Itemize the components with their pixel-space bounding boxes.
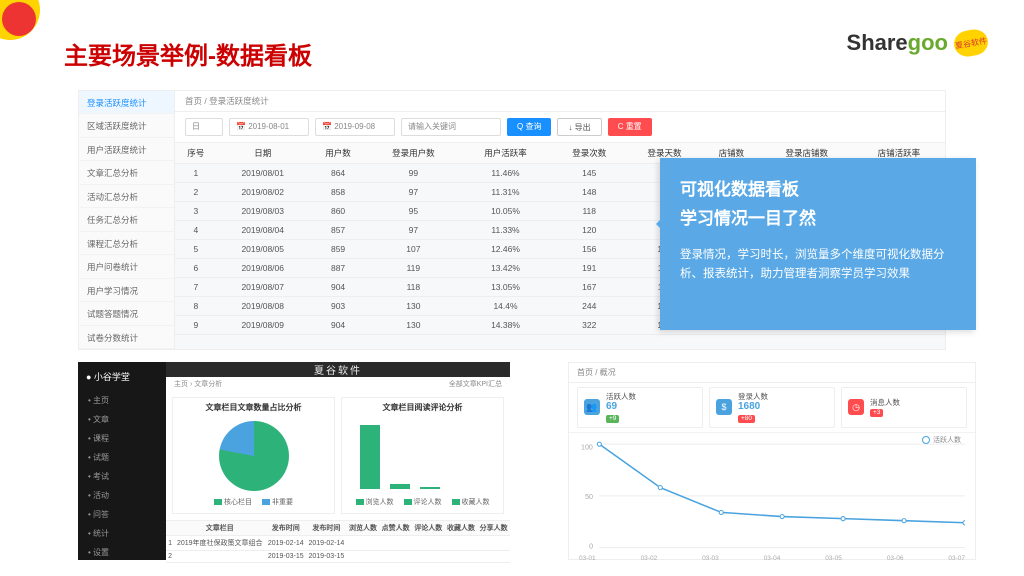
dark-subtitle: 全部文章KPI汇总 (449, 379, 502, 389)
dark-sidebar-item[interactable]: • 文章 (78, 410, 166, 429)
brand-egg-icon: 夏谷软件 (952, 27, 990, 59)
dark-sidebar-item[interactable]: • 问答 (78, 505, 166, 524)
light-breadcrumb: 首页 / 概况 (569, 363, 975, 383)
legend-item: 非重要 (262, 497, 293, 507)
stat-icon: 👥 (584, 399, 600, 415)
bar-chart-box: 文章栏目阅读评论分析 浏览人数评论人数收藏人数 (341, 397, 504, 514)
stat-row: 👥活跃人数69+9$登录人数1680+80◷消息人数+3 (569, 383, 975, 433)
date-from-input[interactable]: 📅 2019-08-01 (229, 118, 309, 136)
dark-header-title: 夏谷软件 (166, 362, 510, 377)
sidebar-item[interactable]: 用户学习情况 (79, 279, 174, 302)
sidebar-nav: 登录活跃度统计区域活跃度统计用户活跃度统计文章汇总分析活动汇总分析任务汇总分析课… (79, 91, 175, 349)
sidebar-item[interactable]: 用户问卷统计 (79, 255, 174, 278)
legend-item: 浏览人数 (356, 497, 394, 507)
sidebar-item[interactable]: 文章汇总分析 (79, 161, 174, 184)
sidebar-item[interactable]: 区域活跃度统计 (79, 114, 174, 137)
table-row[interactable]: 22019-03-152019-03-15 (166, 551, 510, 563)
stat-icon: $ (716, 399, 732, 415)
callout-heading-1: 可视化数据看板 (680, 176, 956, 203)
svg-text:0: 0 (589, 542, 593, 550)
callout-heading-2: 学习情况一目了然 (680, 205, 956, 232)
filter-bar: 日 📅 2019-08-01 📅 2019-09-08 请输入关键词 Q 查询 … (175, 112, 945, 143)
pie-chart-title: 文章栏目文章数量占比分析 (177, 402, 330, 413)
dark-sidebar-item[interactable]: • 主页 (78, 391, 166, 410)
slide-title: 主要场景举例-数据看板 (64, 36, 312, 71)
bar-chart (346, 417, 499, 495)
stat-card: $登录人数1680+80 (709, 387, 835, 428)
dark-table: 文章栏目发布时间发布时间浏览人数点赞人数评论人数收藏人数分享人数 12019年度… (166, 520, 510, 563)
sidebar-item[interactable]: 试卷分数统计 (79, 326, 174, 349)
dark-breadcrumb: 主页 › 文章分析 (174, 379, 222, 389)
sidebar-item[interactable]: 任务汇总分析 (79, 208, 174, 231)
legend-item: 评论人数 (404, 497, 442, 507)
table-header: 登录用户数 (367, 143, 459, 164)
bar (390, 484, 410, 489)
table-row[interactable]: 12019年度社保政策文章组合2019-02-142019-02-14 (166, 536, 510, 551)
info-callout: 可视化数据看板 学习情况一目了然 登录情况，学习时长，浏览量多个维度可视化数据分… (660, 158, 976, 330)
stat-card: ◷消息人数+3 (841, 387, 967, 428)
callout-body: 登录情况，学习时长，浏览量多个维度可视化数据分析、报表统计，助力管理者洞察学员学… (680, 246, 956, 283)
table-header: 日期 (217, 143, 309, 164)
table-header: 登录次数 (552, 143, 627, 164)
bar (360, 425, 380, 489)
keyword-input[interactable]: 请输入关键词 (401, 118, 501, 136)
dark-sidebar-item[interactable]: • 试题 (78, 448, 166, 467)
brand-text: Sharegoo (847, 30, 948, 56)
pie-chart (219, 421, 289, 491)
dark-sidebar-item[interactable]: • 课程 (78, 429, 166, 448)
table-header: 序号 (175, 143, 217, 164)
bar (420, 487, 440, 489)
date-to-input[interactable]: 📅 2019-09-08 (315, 118, 395, 136)
line-chart: 100 50 0 (579, 439, 965, 553)
line-chart-legend: 活跃人数 (922, 435, 961, 445)
table-header: 用户数 (309, 143, 367, 164)
svg-text:100: 100 (581, 443, 593, 451)
dark-brand: ● 小谷学堂 (78, 366, 166, 391)
sidebar-item[interactable]: 活动汇总分析 (79, 185, 174, 208)
stat-card: 👥活跃人数69+9 (577, 387, 703, 428)
svg-text:50: 50 (585, 493, 593, 501)
dark-sidebar-item[interactable]: • 考试 (78, 467, 166, 486)
dark-sidebar-item[interactable]: • 活动 (78, 486, 166, 505)
reset-button[interactable]: C 重置 (608, 118, 652, 136)
legend-item: 收藏人数 (452, 497, 490, 507)
breadcrumb: 首页 / 登录活跃度统计 (175, 91, 945, 112)
dark-sidebar: ● 小谷学堂 • 主页• 文章• 课程• 试题• 考试• 活动• 问答• 统计•… (78, 362, 166, 560)
table-header: 用户活跃率 (459, 143, 551, 164)
sidebar-item[interactable]: 试题答题情况 (79, 302, 174, 325)
search-button[interactable]: Q 查询 (507, 118, 551, 136)
sidebar-item[interactable]: 课程汇总分析 (79, 232, 174, 255)
line-chart-xaxis: 03-0103-0203-0303-0403-0503-0603-07 (569, 555, 975, 566)
sidebar-item[interactable]: 登录活跃度统计 (79, 91, 174, 114)
pie-chart-box: 文章栏目文章数量占比分析 核心栏目非重要 (172, 397, 335, 514)
legend-item: 核心栏目 (214, 497, 252, 507)
light-dashboard-panel: 首页 / 概况 👥活跃人数69+9$登录人数1680+80◷消息人数+3 活跃人… (568, 362, 976, 560)
export-button[interactable]: ↓ 导出 (557, 118, 601, 136)
dark-sidebar-item[interactable]: • 设置 (78, 543, 166, 562)
dark-dashboard-panel: ● 小谷学堂 • 主页• 文章• 课程• 试题• 考试• 活动• 问答• 统计•… (78, 362, 510, 560)
bar-chart-title: 文章栏目阅读评论分析 (346, 402, 499, 413)
corner-accent (0, 0, 40, 40)
granularity-select[interactable]: 日 (185, 118, 223, 136)
dark-sidebar-item[interactable]: • 统计 (78, 524, 166, 543)
line-chart-box: 活跃人数 100 50 0 (569, 433, 975, 555)
brand-block: Sharegoo 夏谷软件 (847, 30, 988, 56)
sidebar-item[interactable]: 用户活跃度统计 (79, 138, 174, 161)
stat-icon: ◷ (848, 399, 864, 415)
